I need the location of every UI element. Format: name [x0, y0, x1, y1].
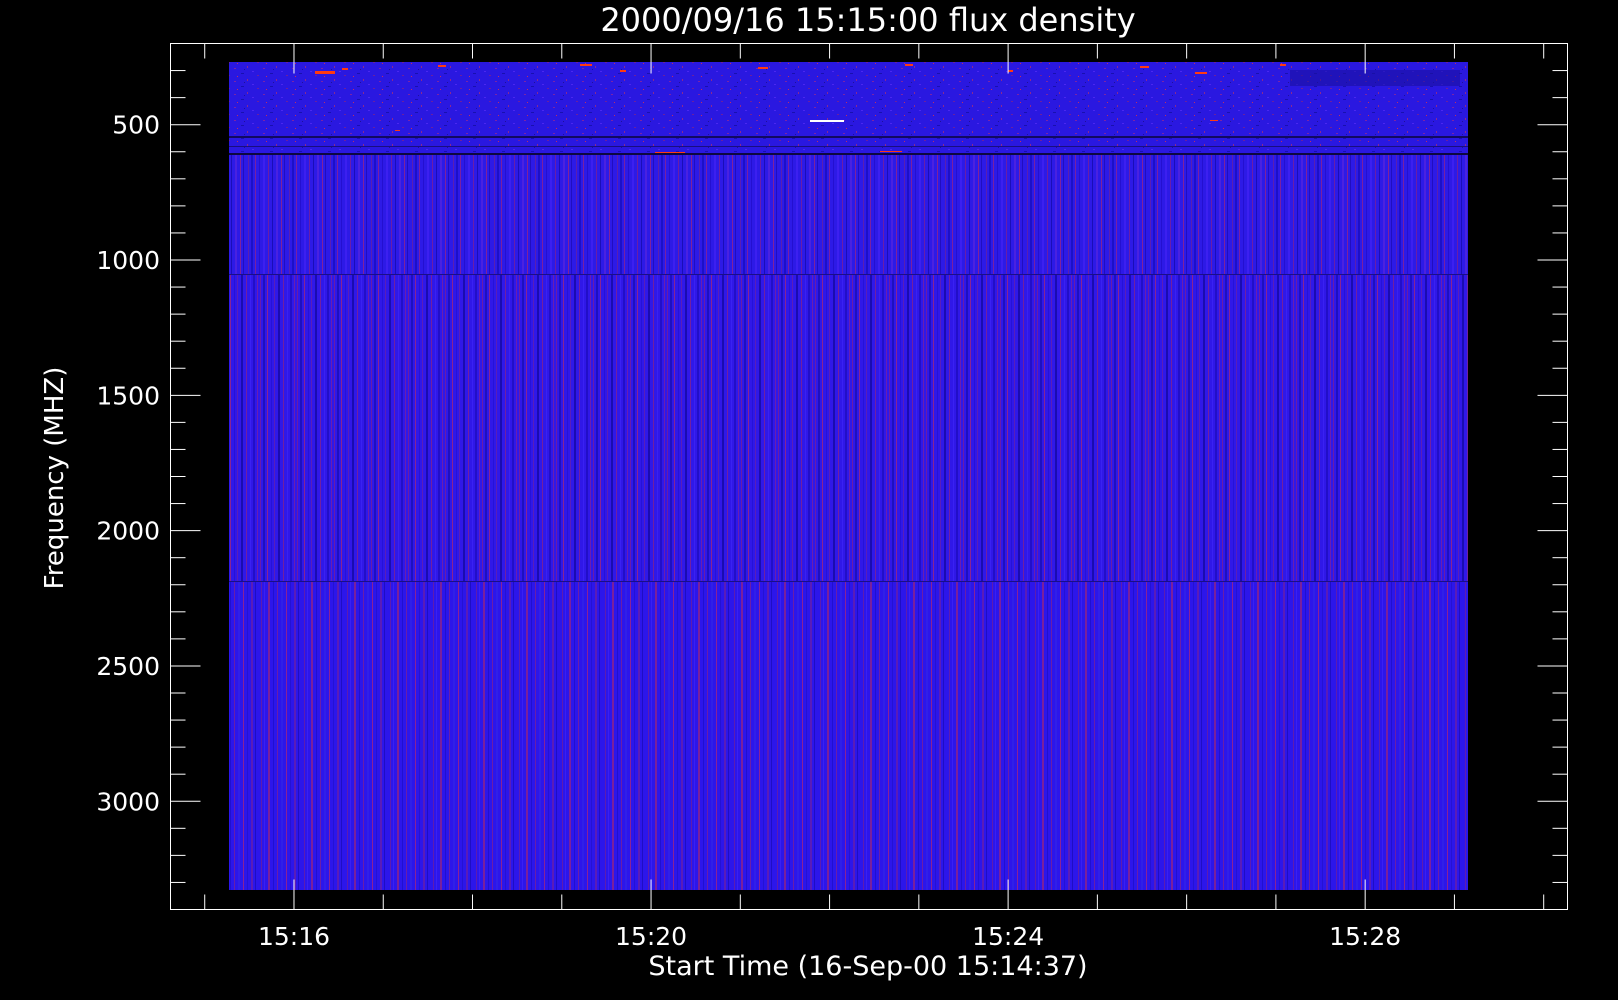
y-tick-label: 2000	[96, 517, 160, 546]
band-3	[229, 274, 1468, 581]
y-tick-label: 500	[112, 111, 160, 140]
x-tick-label: 15:20	[615, 922, 687, 951]
band-4	[229, 581, 1468, 890]
band-1-top	[229, 62, 1468, 154]
spectrogram-chart: 500 1000 1500 2000 2500 3000 15:16 15:20 15:24 1…	[40, 1, 1568, 982]
band-line	[229, 153, 1468, 155]
x-tick-label: 15:28	[1329, 922, 1401, 951]
x-axis-label: Start Time (16-Sep-00 15:14:37)	[648, 951, 1087, 982]
band-line	[229, 136, 1468, 138]
dark-patch	[1290, 70, 1460, 86]
y-tick-label: 2500	[96, 652, 160, 681]
x-tick-label: 15:16	[258, 922, 330, 951]
band-line	[229, 581, 1468, 582]
spectrogram-image	[229, 62, 1468, 890]
band-2	[229, 154, 1468, 274]
band-line	[229, 146, 1468, 147]
y-tick-label: 1000	[96, 246, 160, 275]
white-artifact	[810, 120, 844, 122]
x-tick-label: 15:24	[972, 922, 1044, 951]
chart-title: 2000/09/16 15:15:00 flux density	[600, 1, 1135, 39]
y-tick-label: 1500	[96, 381, 160, 410]
y-tick-label: 3000	[96, 787, 160, 816]
band-line	[229, 274, 1468, 275]
y-axis-label: Frequency (MHZ)	[40, 367, 70, 590]
